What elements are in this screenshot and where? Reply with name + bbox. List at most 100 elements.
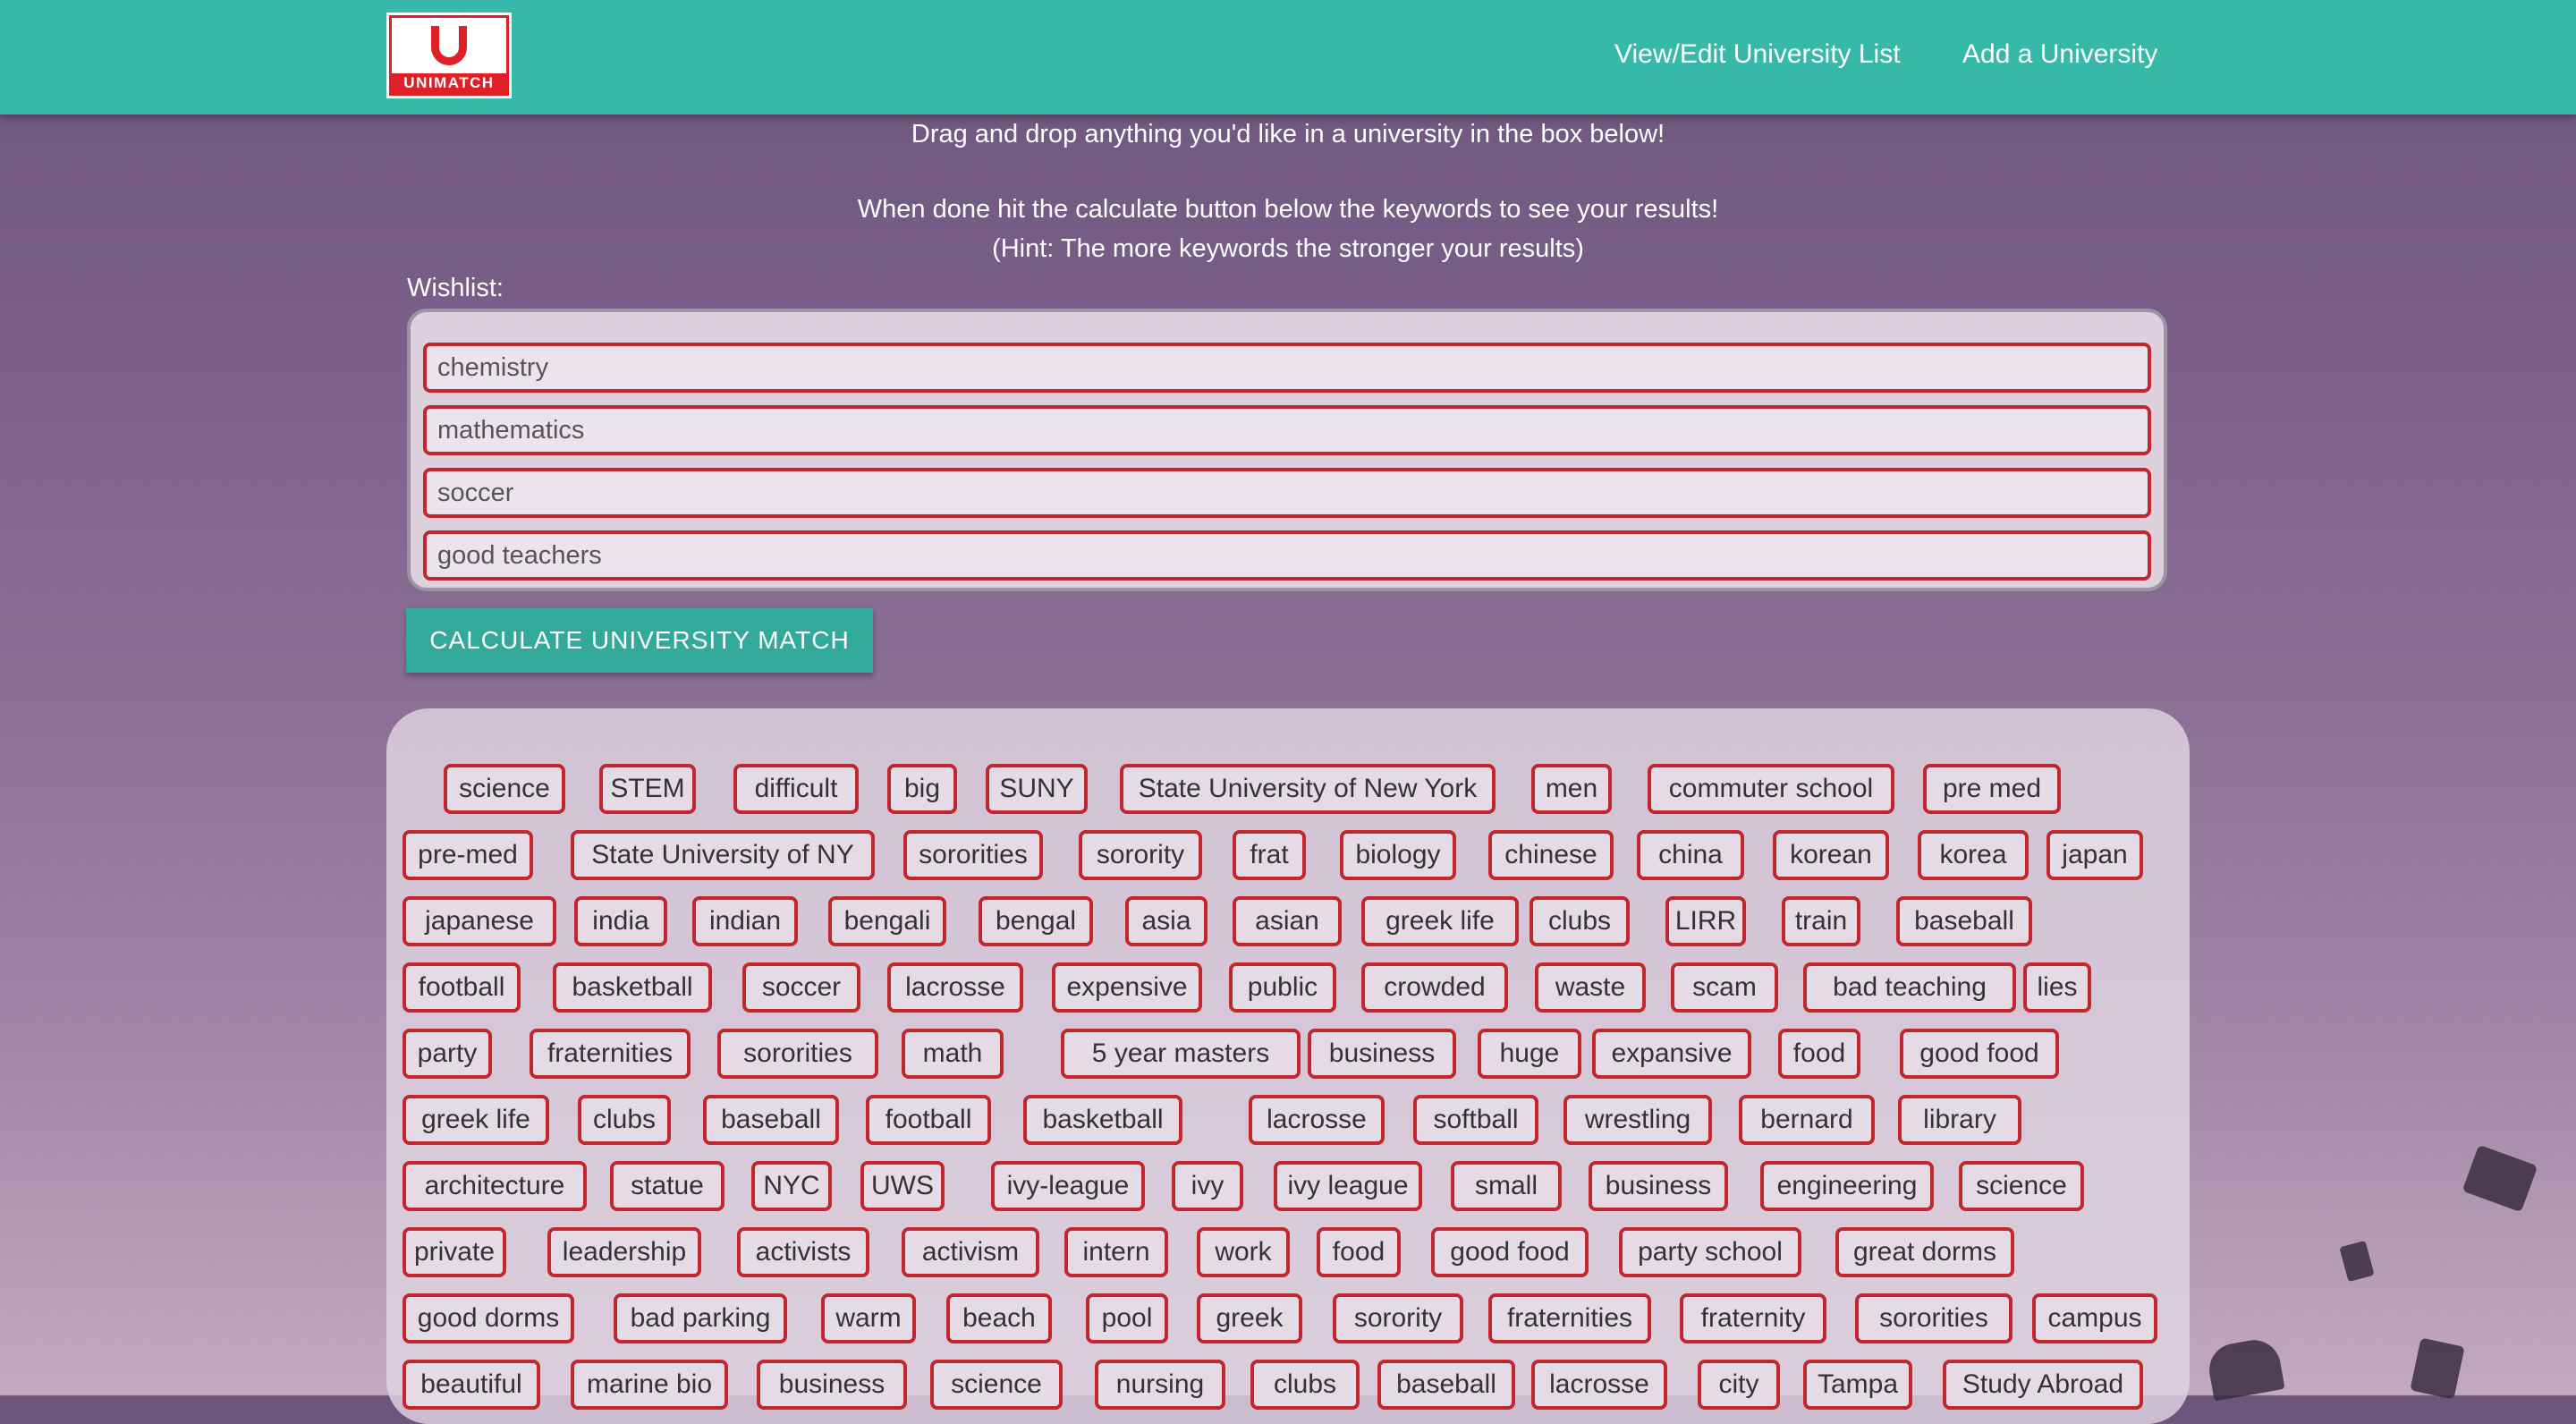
- nav-view-edit-university-list[interactable]: View/Edit University List: [1614, 39, 1901, 70]
- keyword-tag[interactable]: asia: [1125, 896, 1208, 946]
- keyword-tag[interactable]: good dorms: [402, 1293, 574, 1343]
- keyword-tag[interactable]: soccer: [742, 962, 860, 1013]
- keyword-tag[interactable]: greek life: [402, 1095, 549, 1145]
- keyword-tag[interactable]: 5 year masters: [1061, 1029, 1301, 1079]
- keyword-tag[interactable]: greek: [1197, 1293, 1302, 1343]
- wishlist-item[interactable]: good teachers: [423, 530, 2151, 581]
- keyword-tag[interactable]: SUNY: [986, 764, 1088, 814]
- keyword-tag[interactable]: NYC: [751, 1161, 832, 1211]
- keyword-tag[interactable]: STEM: [599, 764, 696, 814]
- wishlist-item[interactable]: chemistry: [423, 343, 2151, 393]
- keyword-tag[interactable]: activists: [737, 1227, 869, 1277]
- keyword-tag[interactable]: business: [1589, 1161, 1728, 1211]
- keyword-tag[interactable]: work: [1197, 1227, 1290, 1277]
- wishlist-item[interactable]: soccer: [423, 468, 2151, 518]
- keyword-tag[interactable]: library: [1898, 1095, 2021, 1145]
- keyword-tag[interactable]: china: [1637, 830, 1744, 880]
- keyword-tag[interactable]: japanese: [402, 896, 556, 946]
- keyword-tag[interactable]: leadership: [547, 1227, 701, 1277]
- keyword-tag[interactable]: greek life: [1361, 896, 1519, 946]
- keyword-tag[interactable]: scam: [1671, 962, 1778, 1013]
- keyword-tag[interactable]: fraternities: [1488, 1293, 1651, 1343]
- keyword-tag[interactable]: good food: [1900, 1029, 2059, 1079]
- keyword-tag[interactable]: wrestling: [1563, 1095, 1712, 1145]
- keyword-tag[interactable]: pre-med: [402, 830, 533, 880]
- keyword-tag[interactable]: statue: [610, 1161, 724, 1211]
- keyword-tag[interactable]: math: [902, 1029, 1004, 1079]
- keyword-tag[interactable]: ivy league: [1274, 1161, 1422, 1211]
- keyword-tag[interactable]: clubs: [1530, 896, 1630, 946]
- keyword-tag[interactable]: asian: [1233, 896, 1342, 946]
- keyword-tag[interactable]: pool: [1086, 1293, 1168, 1343]
- keyword-tag[interactable]: expensive: [1052, 962, 1202, 1013]
- keyword-tag[interactable]: sororities: [903, 830, 1043, 880]
- keyword-tag[interactable]: baseball: [1896, 896, 2032, 946]
- keyword-tag[interactable]: bengali: [828, 896, 946, 946]
- keyword-tag[interactable]: campus: [2032, 1293, 2157, 1343]
- keyword-tag[interactable]: intern: [1064, 1227, 1168, 1277]
- keyword-tag[interactable]: warm: [821, 1293, 916, 1343]
- keyword-tag[interactable]: frat: [1233, 830, 1306, 880]
- keyword-tag[interactable]: bengal: [979, 896, 1093, 946]
- keyword-tag[interactable]: sorority: [1333, 1293, 1463, 1343]
- keyword-tag[interactable]: public: [1229, 962, 1336, 1013]
- keyword-tag[interactable]: football: [402, 962, 521, 1013]
- keyword-tag[interactable]: ivy: [1172, 1161, 1243, 1211]
- keyword-tag[interactable]: fraternities: [530, 1029, 691, 1079]
- keyword-tag[interactable]: basketball: [553, 962, 712, 1013]
- keyword-tag[interactable]: basketball: [1023, 1095, 1182, 1145]
- keyword-tag[interactable]: small: [1451, 1161, 1562, 1211]
- keyword-tag[interactable]: commuter school: [1648, 764, 1894, 814]
- keyword-tag[interactable]: korea: [1918, 830, 2029, 880]
- keyword-tag[interactable]: private: [402, 1227, 506, 1277]
- keyword-tag[interactable]: clubs: [578, 1095, 671, 1145]
- keyword-tag[interactable]: food: [1317, 1227, 1401, 1277]
- keyword-tag[interactable]: expansive: [1592, 1029, 1751, 1079]
- keyword-tag[interactable]: sororities: [717, 1029, 878, 1079]
- unimatch-logo[interactable]: UNIMATCH: [386, 13, 512, 98]
- keyword-tag[interactable]: lies: [2023, 962, 2091, 1013]
- keyword-tag[interactable]: food: [1778, 1029, 1860, 1079]
- keyword-tag[interactable]: baseball: [703, 1095, 839, 1145]
- keyword-tag[interactable]: korean: [1773, 830, 1889, 880]
- keyword-tag[interactable]: State University of NY: [571, 830, 875, 880]
- keyword-tag[interactable]: sorority: [1079, 830, 1202, 880]
- keyword-tag[interactable]: crowded: [1361, 962, 1508, 1013]
- keyword-tag[interactable]: waste: [1535, 962, 1646, 1013]
- keyword-tag[interactable]: activism: [902, 1227, 1039, 1277]
- keyword-tag[interactable]: great dorms: [1835, 1227, 2014, 1277]
- keyword-tag[interactable]: india: [574, 896, 667, 946]
- keyword-tag[interactable]: science: [930, 1360, 1063, 1410]
- keyword-tag[interactable]: State University of New York: [1120, 764, 1496, 814]
- keyword-tag[interactable]: bad parking: [614, 1293, 787, 1343]
- keyword-tag[interactable]: clubs: [1250, 1360, 1360, 1410]
- keyword-tag[interactable]: science: [444, 764, 565, 814]
- keyword-tag[interactable]: Study Abroad: [1943, 1360, 2143, 1410]
- keyword-tag[interactable]: ivy-league: [991, 1161, 1145, 1211]
- keyword-tag[interactable]: football: [866, 1095, 991, 1145]
- keyword-tag[interactable]: good food: [1431, 1227, 1589, 1277]
- wishlist-dropzone[interactable]: chemistry mathematics soccer good teache…: [407, 309, 2167, 591]
- keyword-tag[interactable]: business: [1308, 1029, 1456, 1079]
- keyword-tag[interactable]: big: [887, 764, 957, 814]
- keyword-tag[interactable]: bad teaching: [1803, 962, 2016, 1013]
- keyword-tag[interactable]: men: [1531, 764, 1612, 814]
- keyword-tag[interactable]: science: [1959, 1161, 2084, 1211]
- keyword-tag[interactable]: fraternity: [1680, 1293, 1826, 1343]
- keyword-tag[interactable]: sororities: [1855, 1293, 2012, 1343]
- keyword-tag[interactable]: marine bio: [571, 1360, 728, 1410]
- keyword-tag[interactable]: train: [1782, 896, 1860, 946]
- keyword-tag[interactable]: pre med: [1923, 764, 2061, 814]
- keyword-tag[interactable]: Tampa: [1803, 1360, 1912, 1410]
- keyword-tag[interactable]: LIRR: [1665, 896, 1746, 946]
- keyword-tag[interactable]: beach: [946, 1293, 1052, 1343]
- keyword-tag[interactable]: difficult: [733, 764, 859, 814]
- keyword-tag[interactable]: architecture: [402, 1161, 587, 1211]
- keyword-tag[interactable]: lacrosse: [1249, 1095, 1385, 1145]
- keyword-tag[interactable]: chinese: [1488, 830, 1614, 880]
- keyword-tag[interactable]: lacrosse: [887, 962, 1023, 1013]
- keyword-tag[interactable]: bernard: [1739, 1095, 1875, 1145]
- keyword-tag[interactable]: beautiful: [402, 1360, 540, 1410]
- keyword-tag[interactable]: huge: [1478, 1029, 1581, 1079]
- keyword-tag[interactable]: lacrosse: [1531, 1360, 1667, 1410]
